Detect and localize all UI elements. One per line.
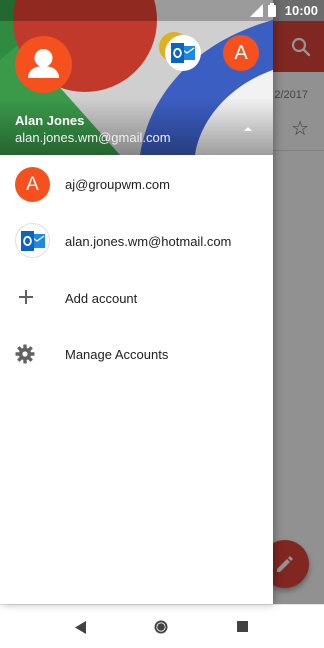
manage-accounts-label: Manage Accounts: [65, 347, 169, 362]
person-icon: [28, 49, 59, 78]
switch-account-letter[interactable]: A: [223, 35, 259, 71]
signal-icon: [250, 4, 263, 17]
account-label: alan.jones.wm@hotmail.com: [65, 234, 232, 249]
status-time: 10:00: [284, 3, 318, 18]
letter-avatar: A: [15, 167, 50, 202]
system-nav-bar: [0, 604, 324, 648]
account-row-groupwm[interactable]: A aj@groupwm.com: [0, 155, 273, 212]
recents-icon[interactable]: [237, 621, 248, 632]
account-avatar[interactable]: [15, 36, 72, 93]
plus-icon: [19, 290, 33, 304]
chevron-up-icon[interactable]: [241, 124, 255, 132]
add-account-button[interactable]: Add account: [0, 269, 273, 326]
account-label: aj@groupwm.com: [65, 177, 170, 192]
account-name: Alan Jones: [15, 113, 85, 128]
gear-icon: [15, 344, 35, 364]
account-row-hotmail[interactable]: alan.jones.wm@hotmail.com: [0, 212, 273, 269]
manage-accounts-button[interactable]: Manage Accounts: [0, 326, 273, 383]
account-email: alan.jones.wm@gmail.com: [15, 130, 171, 145]
outlook-avatar: [15, 223, 50, 258]
drawer-header: A Alan Jones alan.jones.wm@gmail.com: [0, 0, 273, 155]
outlook-icon: [21, 231, 45, 251]
switch-account-outlook[interactable]: [165, 35, 201, 71]
battery-icon: [268, 3, 276, 17]
add-account-label: Add account: [65, 291, 138, 306]
outlook-icon: [171, 43, 195, 63]
status-bar: 10:00: [0, 0, 324, 21]
home-icon[interactable]: [153, 619, 169, 635]
back-icon[interactable]: [74, 621, 87, 634]
navigation-drawer: A Alan Jones alan.jones.wm@gmail.com A a…: [0, 0, 273, 604]
